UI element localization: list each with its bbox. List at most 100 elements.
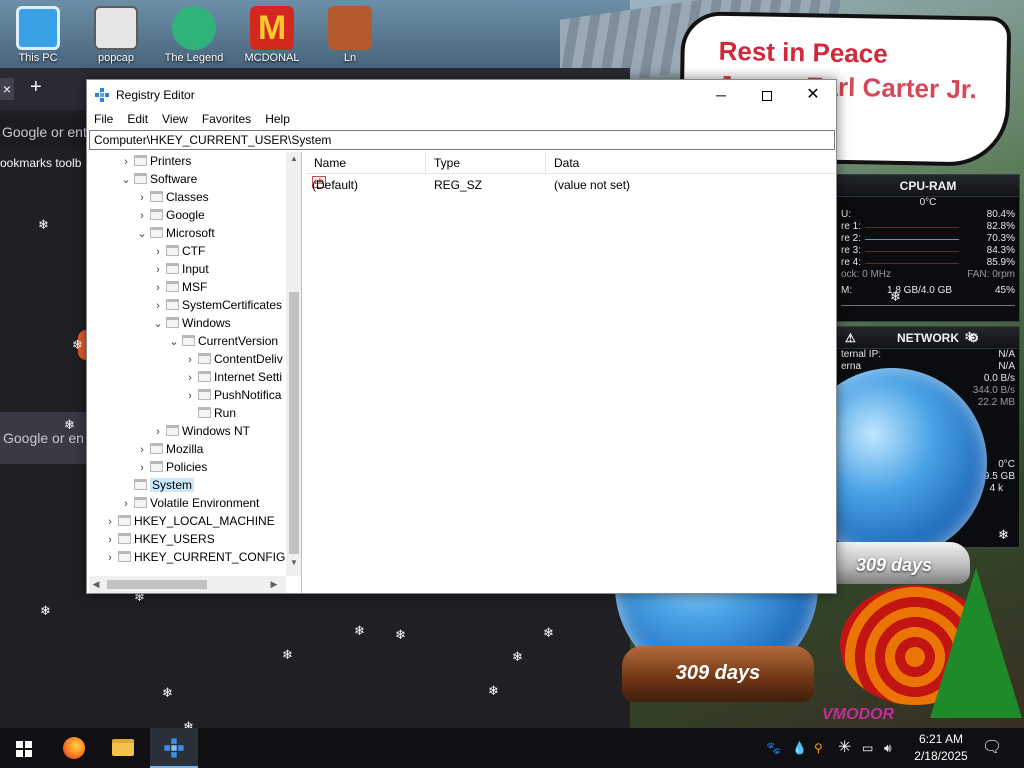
chevron-right-icon[interactable]: › xyxy=(151,297,165,315)
core-row: re 1: 82.8% xyxy=(841,221,1015,232)
tree-node[interactable]: › HKEY_LOCAL_MACHINE xyxy=(103,512,275,530)
scroll-left-arrow-icon[interactable]: ◀ xyxy=(89,576,103,593)
chevron-right-icon[interactable]: › xyxy=(151,261,165,279)
maximize-button[interactable] xyxy=(744,80,790,110)
chevron-right-icon[interactable]: › xyxy=(119,153,133,171)
tree-node[interactable]: Run xyxy=(183,404,236,422)
tree-node[interactable]: › HKEY_CURRENT_CONFIG xyxy=(103,548,285,566)
paw-tray-icon[interactable]: 🐾 xyxy=(766,728,781,768)
taskbar-registry-editor[interactable] xyxy=(150,728,198,768)
menu-edit[interactable]: Edit xyxy=(120,110,155,128)
tree-node[interactable]: › Policies xyxy=(135,458,207,476)
search-icon[interactable]: ⚲ xyxy=(814,728,823,768)
desktop-icon-popcap[interactable]: popcap xyxy=(80,2,152,72)
tree-node[interactable]: ⌄ Software xyxy=(119,170,197,188)
tree-node[interactable]: ⌄ Windows xyxy=(151,314,230,333)
banner-line-1: Rest in Peace xyxy=(718,35,888,69)
menu-view[interactable]: View xyxy=(155,110,195,128)
chevron-right-icon[interactable]: › xyxy=(183,387,197,405)
browser-address-input[interactable]: Google or ent xyxy=(0,116,90,148)
tree-node[interactable]: › HKEY_USERS xyxy=(103,530,215,548)
taskbar-firefox[interactable] xyxy=(50,728,98,768)
tree-node[interactable]: › SystemCertificates xyxy=(151,296,282,314)
chevron-right-icon[interactable]: › xyxy=(183,369,197,387)
tab-close-button[interactable]: × xyxy=(0,78,14,100)
folder-icon xyxy=(150,227,163,238)
menu-help[interactable]: Help xyxy=(258,110,297,128)
bookmarks-toolbar-label[interactable]: ookmarks toolb xyxy=(0,156,81,170)
tree-node-label: HKEY_USERS xyxy=(134,532,215,546)
tree-node[interactable]: › Volatile Environment xyxy=(119,494,259,512)
column-header-data[interactable]: Data xyxy=(546,152,836,174)
chevron-right-icon[interactable]: › xyxy=(151,423,165,441)
start-button[interactable] xyxy=(0,728,48,768)
tree-node[interactable]: System xyxy=(119,476,195,494)
chevron-right-icon[interactable]: › xyxy=(135,459,149,477)
chevron-right-icon[interactable]: › xyxy=(103,513,117,531)
tree-vertical-scrollbar[interactable]: ▲ ▼ xyxy=(286,152,301,576)
close-button[interactable]: ✕ xyxy=(790,80,836,110)
chevron-right-icon[interactable]: › xyxy=(183,351,197,369)
tree-node[interactable]: › Internet Setti xyxy=(183,368,282,386)
menu-favorites[interactable]: Favorites xyxy=(195,110,258,128)
tree-node-label: Mozilla xyxy=(166,442,204,456)
snowflake-tray-icon[interactable]: ✳ xyxy=(838,728,851,768)
value-type: REG_SZ xyxy=(434,178,483,192)
chevron-right-icon[interactable]: › xyxy=(135,441,149,459)
menu-file[interactable]: File xyxy=(87,110,120,128)
values-list-pane[interactable]: Name Type Data ab (Default) REG_SZ (value… xyxy=(306,152,836,593)
address-bar[interactable]: Computer\HKEY_CURRENT_USER\System xyxy=(89,130,835,150)
column-header-type[interactable]: Type xyxy=(426,152,546,174)
chevron-down-icon[interactable]: ⌄ xyxy=(119,171,133,189)
browser-search-input[interactable]: Google or en xyxy=(0,412,90,464)
tree-node[interactable]: › Mozilla xyxy=(135,440,203,458)
scrollbar-thumb[interactable] xyxy=(107,580,207,589)
tree-node[interactable]: › ContentDeliv xyxy=(183,350,283,368)
title-bar[interactable]: Registry Editor ─ ✕ xyxy=(87,80,836,110)
new-tab-button[interactable]: + xyxy=(30,76,42,99)
scroll-up-arrow-icon[interactable]: ▲ xyxy=(286,152,301,166)
minimize-button[interactable]: ─ xyxy=(698,80,744,110)
chevron-right-icon[interactable]: › xyxy=(103,549,117,567)
tree-node[interactable]: › Google xyxy=(135,206,205,224)
volume-icon[interactable]: 🔊︎ xyxy=(884,728,892,768)
water-drop-icon[interactable]: 💧 xyxy=(792,728,807,768)
tree-node[interactable]: › MSF xyxy=(151,278,207,296)
desktop-icon-reindeer[interactable]: Ln xyxy=(314,2,386,72)
clock-time: 6:21 AM xyxy=(918,732,964,746)
tree-node[interactable]: ⌄ Microsoft xyxy=(135,224,214,243)
network-icon[interactable]: ▭ xyxy=(862,728,873,768)
chevron-down-icon[interactable]: ⌄ xyxy=(167,333,181,351)
chevron-down-icon[interactable]: ⌄ xyxy=(135,225,149,243)
taskbar-file-explorer[interactable] xyxy=(99,728,147,768)
notifications-icon[interactable]: 🗨︎ xyxy=(982,728,1002,768)
desktop-icon-mcdonalds[interactable]: M MCDONAL xyxy=(236,2,308,72)
tree-node[interactable]: › Classes xyxy=(135,188,209,206)
column-header-name[interactable]: Name xyxy=(306,152,426,174)
chevron-right-icon[interactable]: › xyxy=(119,495,133,513)
chevron-right-icon[interactable]: › xyxy=(135,189,149,207)
chevron-right-icon[interactable]: › xyxy=(151,279,165,297)
chevron-right-icon[interactable]: › xyxy=(103,531,117,549)
scrollbar-thumb[interactable] xyxy=(289,292,299,554)
tree-node-label: Volatile Environment xyxy=(150,496,260,510)
desktop-icon-the-legend[interactable]: The Legend xyxy=(158,2,230,72)
registry-editor-window[interactable]: Registry Editor ─ ✕ File Edit View Favorite… xyxy=(86,79,837,594)
tree-node[interactable]: › CTF xyxy=(151,242,205,260)
scroll-down-arrow-icon[interactable]: ▼ xyxy=(286,556,301,570)
chevron-right-icon[interactable]: › xyxy=(135,207,149,225)
chevron-down-icon[interactable]: ⌄ xyxy=(151,315,165,333)
cpu-ram-gadget[interactable]: CPU-RAM 0°C U: 80.4% re 1: 82.8% re 2: 70.3… xyxy=(836,174,1020,322)
key-tree-pane[interactable]: › Printers ⌄ Software › Classes › Google ⌄ Micros… xyxy=(89,152,302,593)
tree-node[interactable]: › Printers xyxy=(119,152,191,170)
system-clock[interactable]: 6:21 AM 2/18/2025 xyxy=(906,731,976,765)
tree-horizontal-scrollbar[interactable]: ◀ ▶ xyxy=(89,576,286,593)
chevron-right-icon[interactable]: › xyxy=(151,243,165,261)
desktop-icon-this-pc[interactable]: This PC xyxy=(2,2,74,72)
tree-node[interactable]: › PushNotifica xyxy=(183,386,281,404)
scroll-right-arrow-icon[interactable]: ▶ xyxy=(267,576,281,593)
tree-node[interactable]: › Input xyxy=(151,260,209,278)
tree-node[interactable]: › Windows NT xyxy=(151,422,250,440)
list-item[interactable]: ab (Default) REG_SZ (value not set) xyxy=(306,176,836,194)
tree-node[interactable]: ⌄ CurrentVersion xyxy=(167,332,278,350)
